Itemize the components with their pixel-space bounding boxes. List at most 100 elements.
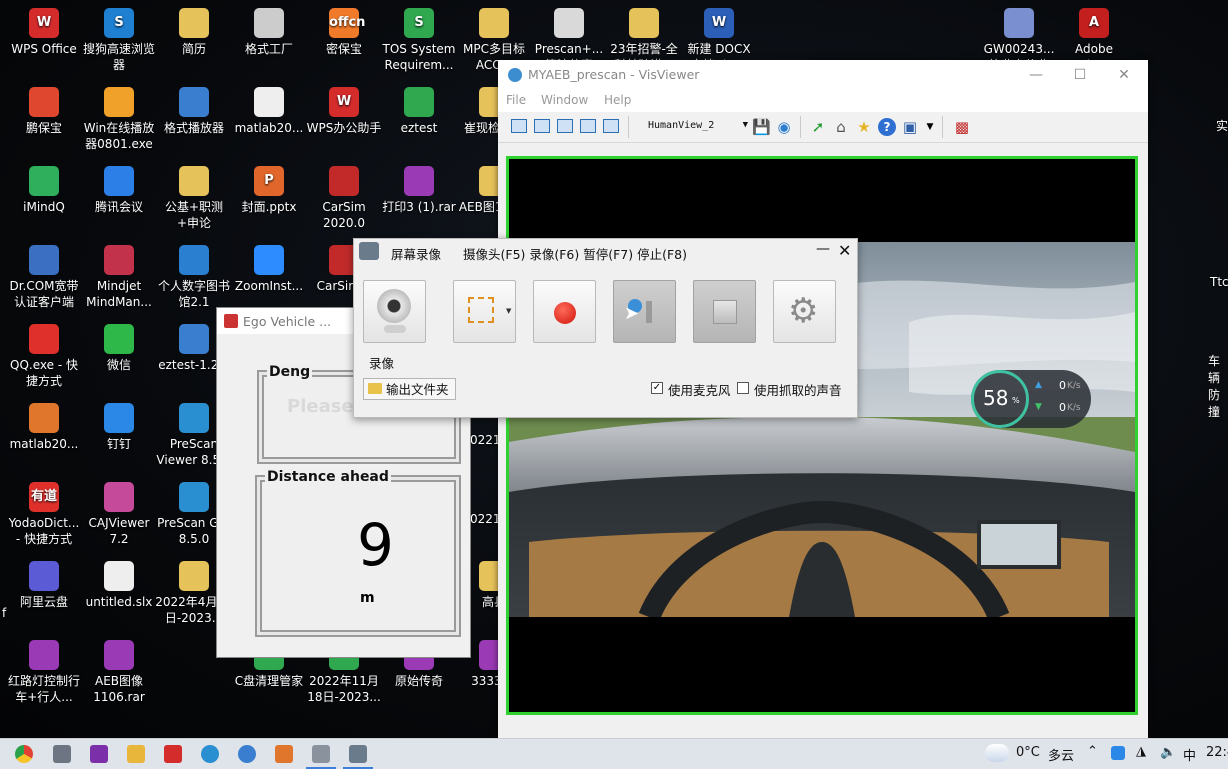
maximize-button[interactable]: ☐ <box>1060 64 1100 86</box>
webcam-button[interactable] <box>363 280 426 343</box>
menu-file[interactable]: File <box>506 93 526 107</box>
home-icon[interactable]: ⌂ <box>832 118 850 136</box>
desktop-icon[interactable]: matlab20... <box>230 87 308 136</box>
layout-split-vertical-icon[interactable] <box>534 119 550 133</box>
desktop-icon[interactable]: 腾讯会议 <box>80 166 158 215</box>
input-method-indicator[interactable]: 中 <box>1183 745 1196 764</box>
desktop-icon[interactable]: S TOS System Requirem... <box>380 8 458 73</box>
clock[interactable]: 22:4 <box>1206 745 1228 760</box>
wifi-icon[interactable]: ◮ <box>1136 744 1146 759</box>
layout-split-horizontal-icon[interactable] <box>557 119 573 133</box>
chevron-down-icon[interactable]: ▼ <box>921 118 939 136</box>
desktop-icon[interactable]: 打印3 (1).rar <box>380 166 458 215</box>
desktop-icon[interactable]: 阿里云盘 <box>5 561 83 610</box>
save-icon[interactable]: 💾 <box>752 118 771 136</box>
desktop-app-icon <box>479 8 509 38</box>
camera-app-icon[interactable] <box>53 745 71 763</box>
desktop-icon[interactable]: 格式工厂 <box>230 8 308 57</box>
view-selector[interactable]: HumanView_2 ▼ <box>648 120 748 131</box>
desktop-icon[interactable]: W WPS办公助手 <box>305 87 383 136</box>
desktop-icon[interactable]: CAJViewer 7.2 <box>80 482 158 547</box>
desktop-icon[interactable]: Mindjet MindMan... <box>80 245 158 310</box>
speaker-icon[interactable]: 🔈 <box>1160 745 1176 760</box>
region-select-icon <box>468 297 494 323</box>
weather-icon[interactable] <box>985 744 1009 762</box>
desktop-icon[interactable]: 钉钉 <box>80 403 158 452</box>
chrome-icon[interactable] <box>15 745 33 763</box>
onenote-icon[interactable] <box>90 745 108 763</box>
use-mic-label: 使用麦克风 <box>668 383 731 398</box>
distance-panel: Distance ahead 9 m <box>255 469 461 637</box>
desktop-icon-label: matlab20... <box>9 437 79 451</box>
close-button[interactable]: ✕ <box>1104 64 1144 86</box>
desktop-icon-label: 公基+职测+申论 <box>164 200 224 230</box>
wps-icon[interactable] <box>164 745 182 763</box>
desktop-icon[interactable]: 公基+职测+申论 <box>155 166 233 231</box>
desktop-icon[interactable]: 鹏保宝 <box>5 87 83 136</box>
file-explorer-icon[interactable] <box>127 745 145 763</box>
prescan-gui-icon[interactable] <box>238 745 256 763</box>
matlab-icon[interactable] <box>275 745 293 763</box>
close-button[interactable]: ✕ <box>838 241 851 260</box>
bucket-icon[interactable]: ◉ <box>775 118 793 136</box>
desktop-icon[interactable]: offcn 密保宝 <box>305 8 383 57</box>
minimize-button[interactable]: — <box>816 241 830 257</box>
record-camera-icon[interactable]: ▩ <box>953 118 971 136</box>
desktop-icon[interactable]: iMindQ <box>5 166 83 215</box>
desktop-icon[interactable]: 简历 <box>155 8 233 57</box>
help-icon[interactable]: ? <box>878 118 896 136</box>
desktop-icon[interactable]: matlab20... <box>5 403 83 452</box>
recorder-taskbar-icon[interactable] <box>343 745 373 769</box>
visviewer-taskbar-icon[interactable] <box>306 745 336 769</box>
use-mic-checkbox[interactable]: ✓ <box>651 382 663 394</box>
desktop-icon[interactable]: ZoomInst... <box>230 245 308 294</box>
desktop-app-icon <box>629 8 659 38</box>
desktop-icon[interactable]: AEB图像1106.rar <box>80 640 158 705</box>
mouse-cursor-icon: ➤ <box>624 303 640 324</box>
layout-single-icon[interactable] <box>511 119 527 133</box>
output-folder-button[interactable]: 输出文件夹 <box>363 378 456 400</box>
layout-quad-icon[interactable] <box>603 119 619 133</box>
pointer-icon[interactable]: ➚ <box>809 118 827 136</box>
desktop-icon[interactable]: CarSim 2020.0 <box>305 166 383 231</box>
desktop-icon[interactable]: eztest <box>380 87 458 136</box>
desktop-icon-label: eztest <box>400 121 438 135</box>
desktop-icon[interactable]: Win在线播放器0801.exe <box>80 87 158 152</box>
minimize-button[interactable]: — <box>1016 64 1056 86</box>
desktop-icon[interactable]: QQ.exe - 快捷方式 <box>5 324 83 389</box>
chevron-down-icon[interactable]: ▼ <box>506 307 511 315</box>
weather-temperature[interactable]: 0°C <box>1016 745 1040 760</box>
menu-window[interactable]: Window <box>541 93 588 107</box>
dingtalk-tray-icon[interactable] <box>1111 746 1125 760</box>
desktop-icon[interactable]: S 搜狗高速浏览器 <box>80 8 158 73</box>
desktop-icon-label: 鹏保宝 <box>25 121 62 135</box>
desktop-icon[interactable]: P 封面.pptx <box>230 166 308 215</box>
prescan-viewer-icon[interactable] <box>201 745 219 763</box>
desktop-icon[interactable]: untitled.slx <box>80 561 158 610</box>
recorder-titlebar[interactable]: 屏幕录像 摄像头(F5) 录像(F6) 暂停(F7) 停止(F8) — ✕ <box>354 239 857 265</box>
stop-button[interactable] <box>693 280 756 343</box>
desktop-icon[interactable]: Dr.COM宽带认证客户端 <box>5 245 83 310</box>
desktop-icon-label: iMindQ <box>23 200 65 214</box>
show-hidden-icons-chevron-icon[interactable]: ⌃ <box>1087 744 1098 759</box>
visviewer-titlebar[interactable]: MYAEB_prescan - VisViewer — ☐ ✕ <box>498 60 1148 90</box>
pause-button[interactable]: ➤ <box>613 280 676 343</box>
star-icon[interactable]: ★ <box>855 118 873 136</box>
settings-button[interactable]: ⚙ <box>773 280 836 343</box>
desktop-icon[interactable]: 格式播放器 <box>155 87 233 136</box>
desktop-icon[interactable]: W WPS Office <box>5 8 83 57</box>
desktop-icon[interactable]: 红路灯控制行车+行人... <box>5 640 83 705</box>
desktop-app-icon <box>29 87 59 117</box>
menu-help[interactable]: Help <box>604 93 631 107</box>
desktop-icon[interactable]: 有道 YodaoDict... - 快捷方式 <box>5 482 83 547</box>
capture-sound-checkbox[interactable] <box>737 382 749 394</box>
desktop-icon-label: 腾讯会议 <box>94 200 143 214</box>
monitor-icon[interactable]: ▣ <box>901 118 919 136</box>
desktop-icon[interactable]: 个人数字图书馆2.1 <box>155 245 233 310</box>
desktop-icon[interactable]: 微信 <box>80 324 158 373</box>
record-button[interactable] <box>533 280 596 343</box>
region-select-button[interactable]: ▼ <box>453 280 516 343</box>
layout-three-icon[interactable] <box>580 119 596 133</box>
desktop-app-icon <box>179 245 209 275</box>
weather-condition[interactable]: 多云 <box>1048 745 1074 764</box>
